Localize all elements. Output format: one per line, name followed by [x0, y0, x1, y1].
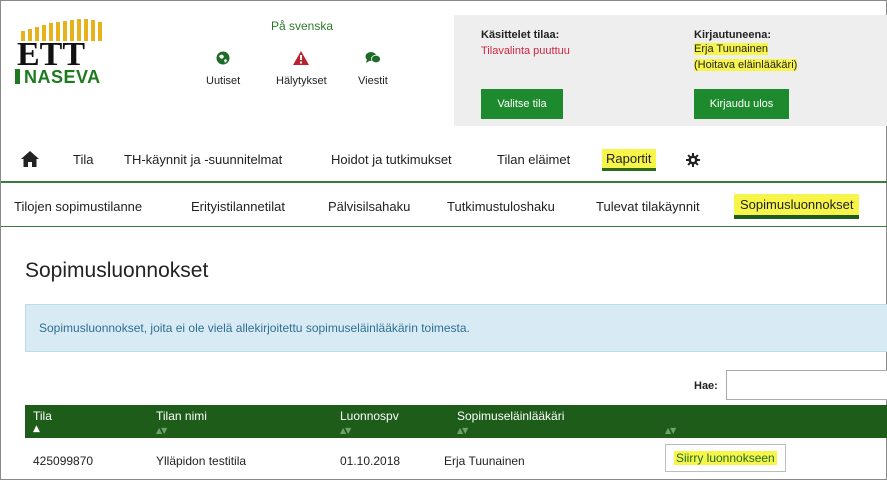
tab-sopimustilanne[interactable]: Tilojen sopimustilanne: [14, 199, 142, 214]
cell-tilan-nimi: Ylläpidon testitila: [156, 454, 247, 468]
tab-tutkimustuloshaku[interactable]: Tutkimustuloshaku: [447, 199, 555, 214]
sort-asc-icon[interactable]: ▲: [33, 424, 40, 434]
globe-icon: [216, 51, 230, 65]
cell-tila: 425099870: [33, 454, 94, 468]
warning-icon: [293, 51, 310, 65]
select-farm-button[interactable]: Valitse tila: [481, 89, 563, 119]
sort-icon[interactable]: ▲▼: [340, 426, 351, 435]
gear-icon[interactable]: [686, 153, 700, 167]
info-text: Sopimusluonnokset, joita ei ole vielä al…: [39, 321, 470, 335]
messages-link[interactable]: Viestit: [358, 51, 388, 87]
status-panel: Käsittelet tilaa: Tilavalinta puuttuu Va…: [454, 15, 887, 126]
user-title: Kirjautuneena:: [694, 29, 772, 41]
cell-luonnospv: 01.10.2018: [340, 454, 401, 468]
user-role: (Hoitava eläinlääkäri): [694, 59, 798, 71]
nav-item-tila[interactable]: Tila: [73, 152, 93, 167]
cell-sopimuselainlaakari: Erja Tuunainen: [444, 454, 525, 468]
tab-palvisilsahaku[interactable]: Pälvisilsahaku: [328, 199, 410, 214]
logout-button[interactable]: Kirjaudu ulos: [694, 89, 789, 119]
farm-title: Käsittelet tilaa:: [481, 29, 560, 41]
tab-erityistilannetilat[interactable]: Erityistilannetilat: [191, 199, 285, 214]
news-label: Uutiset: [206, 75, 241, 87]
sub-nav: Tilojen sopimustilanne Erityistilannetil…: [1, 185, 887, 227]
table-row: 425099870 Ylläpidon testitila 01.10.2018…: [25, 438, 887, 480]
sort-icon[interactable]: ▲▼: [457, 426, 468, 435]
messages-label: Viestit: [358, 75, 388, 87]
info-box: Sopimusluonnokset, joita ei ole vielä al…: [25, 304, 887, 352]
nav-item-elaimet[interactable]: Tilan eläimet: [497, 152, 570, 167]
sort-icon[interactable]: ▲▼: [156, 426, 167, 435]
tab-sopimusluonnokset[interactable]: Sopimusluonnokset: [734, 194, 860, 219]
tab-tulevat-tilakaynnit[interactable]: Tulevat tilakäynnit: [596, 199, 700, 214]
alerts-link[interactable]: Hälytykset: [276, 51, 327, 87]
search-input[interactable]: [726, 370, 887, 400]
news-link[interactable]: Uutiset: [206, 51, 240, 87]
chat-icon: [365, 52, 381, 64]
open-draft-button[interactable]: Siirry luonnokseen: [665, 444, 786, 472]
ett-logo-icon: ETT: [17, 19, 102, 73]
nav-item-hoidot[interactable]: Hoidot ja tutkimukset: [331, 152, 452, 167]
search-label: Hae:: [694, 380, 718, 392]
main-nav: Tila TH-käynnit ja -suunnitelmat Hoidot …: [1, 141, 887, 183]
ett-naseva-logo[interactable]: ETT NASEVA: [15, 17, 111, 95]
user-name: Erja Tuunainen: [694, 43, 768, 55]
nav-item-th-kaynnit[interactable]: TH-käynnit ja -suunnitelmat: [124, 152, 282, 167]
page-title: Sopimusluonnokset: [25, 259, 209, 282]
alerts-label: Hälytykset: [276, 75, 327, 87]
sort-icon[interactable]: ▲▼: [665, 426, 676, 435]
home-icon[interactable]: [21, 151, 39, 167]
language-link[interactable]: På svenska: [271, 19, 333, 33]
naseva-wordmark: NASEVA: [15, 67, 101, 88]
farm-value: Tilavalinta puuttuu: [481, 45, 570, 57]
col-header-sopimuselainlaakari[interactable]: Sopimuseläinlääkäri: [457, 409, 564, 423]
table-header: Tila ▲ Tilan nimi ▲▼ Luonnospv ▲▼ Sopimu…: [25, 405, 887, 438]
col-header-luonnospv[interactable]: Luonnospv: [340, 409, 399, 423]
col-header-tila[interactable]: Tila: [33, 409, 52, 423]
nav-item-raportit[interactable]: Raportit: [602, 149, 656, 171]
open-draft-label: Siirry luonnokseen: [674, 451, 777, 465]
col-header-tilan-nimi[interactable]: Tilan nimi: [156, 409, 207, 423]
user-info: Erja Tuunainen (Hoitava eläinlääkäri): [694, 41, 798, 73]
